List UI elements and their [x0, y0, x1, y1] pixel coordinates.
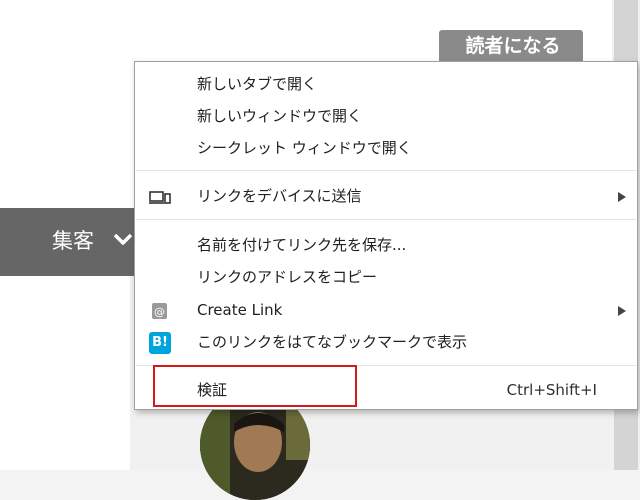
menu-item-create-link[interactable]: @ Create Link	[135, 295, 637, 326]
menu-item-hatena-bookmark[interactable]: B! このリンクをはてなブックマークで表示	[135, 327, 637, 358]
menu-item-label: 新しいウィンドウで開く	[197, 107, 363, 125]
menu-item-label: リンクのアドレスをコピー	[197, 268, 378, 286]
svg-text:@: @	[154, 306, 165, 319]
menu-item-label: 名前を付けてリンク先を保存...	[197, 236, 407, 254]
submenu-arrow-icon	[618, 306, 626, 316]
menu-item-open-new-window[interactable]: 新しいウィンドウで開く	[135, 101, 637, 132]
menu-item-send-to-device[interactable]: リンクをデバイスに送信	[135, 181, 637, 212]
menu-separator	[136, 170, 636, 171]
menu-item-save-link-as[interactable]: 名前を付けてリンク先を保存...	[135, 230, 637, 261]
device-send-icon	[149, 191, 171, 204]
menu-item-label: 新しいタブで開く	[197, 75, 318, 93]
category-nav-label[interactable]: 集客	[52, 226, 94, 256]
menu-separator	[136, 219, 636, 220]
hatena-bookmark-icon: B!	[149, 332, 171, 354]
submenu-arrow-icon	[618, 192, 626, 202]
menu-item-label: Create Link	[197, 301, 283, 319]
create-link-icon: @	[152, 303, 167, 319]
annotation-highlight-box	[153, 365, 357, 407]
chevron-down-icon	[113, 233, 133, 245]
menu-item-open-new-tab[interactable]: 新しいタブで開く	[135, 69, 637, 100]
menu-item-label: リンクをデバイスに送信	[197, 187, 362, 205]
menu-item-label: このリンクをはてなブックマークで表示	[197, 333, 468, 351]
menu-item-copy-link-address[interactable]: リンクのアドレスをコピー	[135, 262, 637, 293]
menu-item-shortcut: Ctrl+Shift+I	[506, 381, 597, 399]
subscribe-button[interactable]: 読者になる	[439, 30, 583, 63]
menu-item-label: シークレット ウィンドウで開く	[197, 139, 412, 157]
context-menu: 新しいタブで開く 新しいウィンドウで開く シークレット ウィンドウで開く リンク…	[134, 61, 638, 410]
menu-item-open-incognito[interactable]: シークレット ウィンドウで開く	[135, 133, 637, 164]
